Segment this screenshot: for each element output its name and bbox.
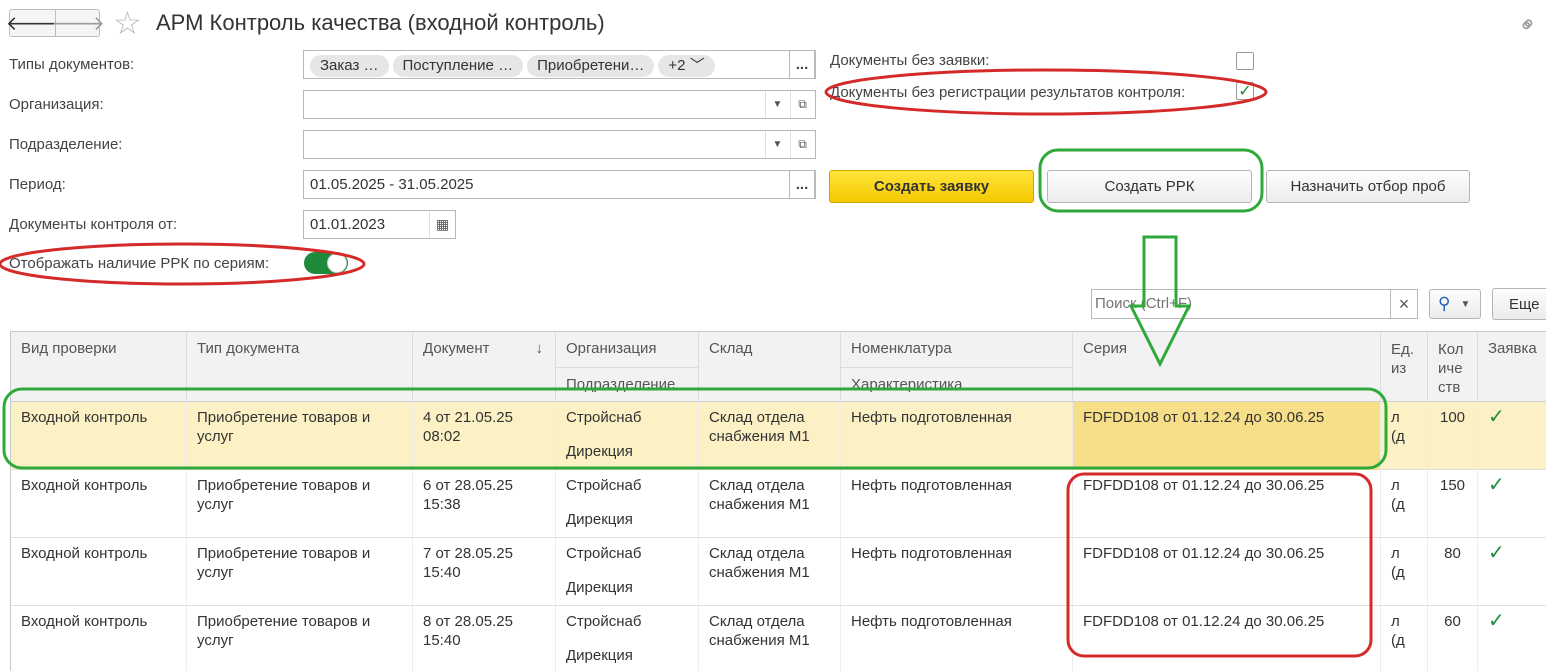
green-annotation-rect <box>1038 148 1264 213</box>
red-annotation-oval <box>0 242 366 286</box>
green-annotation-rect <box>2 387 1388 470</box>
red-annotation-oval <box>824 68 1268 116</box>
annotation-overlay <box>0 68 1388 658</box>
red-annotation-rect <box>1066 472 1373 658</box>
green-down-arrow <box>1128 235 1192 368</box>
